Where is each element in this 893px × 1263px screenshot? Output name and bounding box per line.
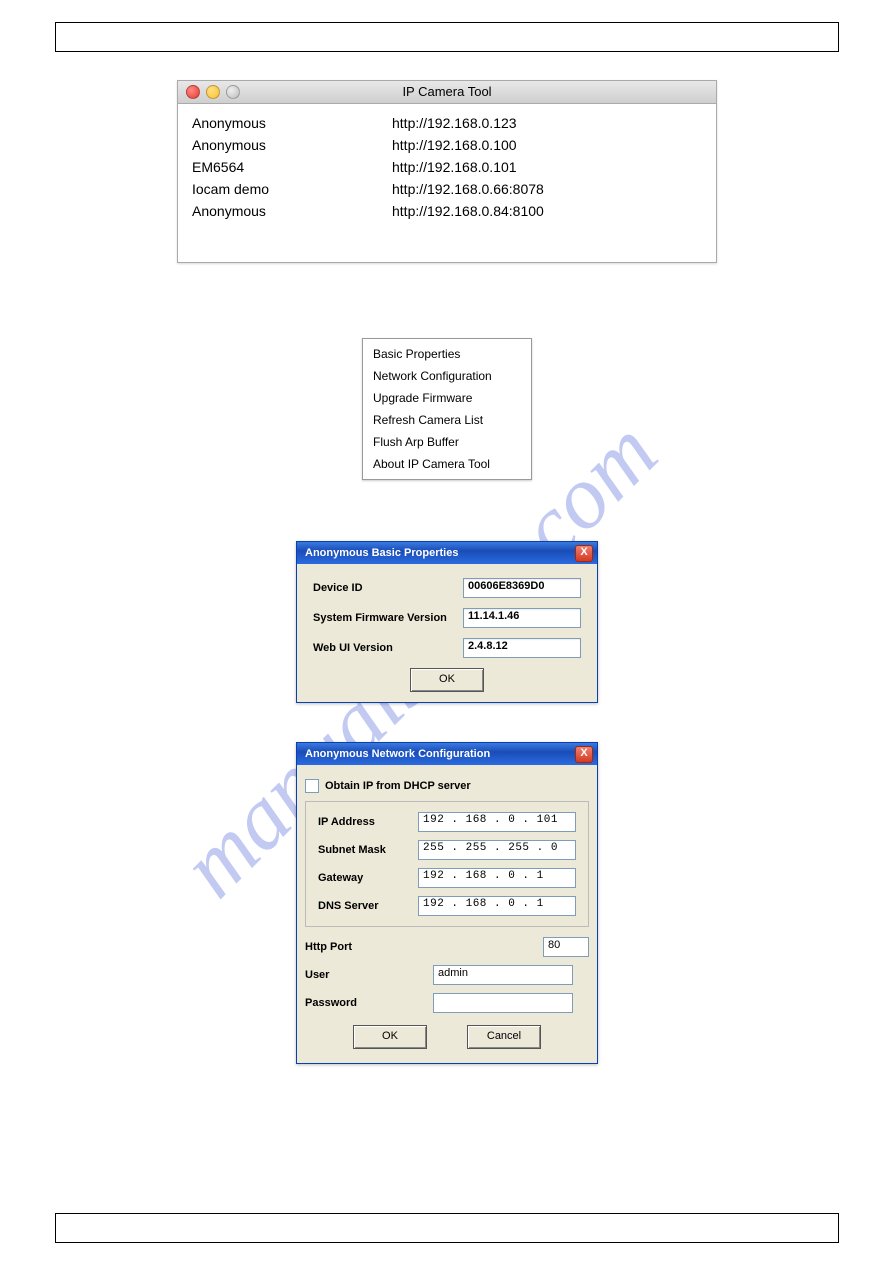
dns-label: DNS Server xyxy=(318,900,418,912)
webui-value: 2.4.8.12 xyxy=(463,638,581,658)
dialog-body: Obtain IP from DHCP server IP Address 19… xyxy=(297,765,597,1049)
ip-group: IP Address 192 . 168 . 0 . 101 Subnet Ma… xyxy=(305,801,589,927)
mask-input[interactable]: 255 . 255 . 255 . 0 xyxy=(418,840,576,860)
ok-button[interactable]: OK xyxy=(410,668,484,692)
dialog-body: Device ID 00606E8369D0 System Firmware V… xyxy=(297,564,597,702)
list-item[interactable]: EM6564 http://192.168.0.101 xyxy=(178,156,716,178)
gateway-input[interactable]: 192 . 168 . 0 . 1 xyxy=(418,868,576,888)
property-row: System Firmware Version 11.14.1.46 xyxy=(313,608,581,628)
ip-label: IP Address xyxy=(318,816,418,828)
close-button[interactable]: X xyxy=(575,746,593,763)
device-id-label: Device ID xyxy=(313,582,463,594)
camera-name: Anonymous xyxy=(178,112,392,134)
firmware-value: 11.14.1.46 xyxy=(463,608,581,628)
network-config-dialog: Anonymous Network Configuration X Obtain… xyxy=(296,742,598,1064)
ip-input[interactable]: 192 . 168 . 0 . 101 xyxy=(418,812,576,832)
menu-item-flush-arp-buffer[interactable]: Flush Arp Buffer xyxy=(363,431,531,453)
basic-properties-dialog: Anonymous Basic Properties X Device ID 0… xyxy=(296,541,598,703)
ip-camera-tool-window: IP Camera Tool Anonymous http://192.168.… xyxy=(177,80,717,263)
dialog-title: Anonymous Network Configuration xyxy=(305,748,490,760)
zoom-icon[interactable] xyxy=(226,85,240,99)
password-input[interactable] xyxy=(433,993,573,1013)
mask-row: Subnet Mask 255 . 255 . 255 . 0 xyxy=(318,840,576,860)
list-item[interactable]: Anonymous http://192.168.0.123 xyxy=(178,112,716,134)
mask-label: Subnet Mask xyxy=(318,844,418,856)
list-item[interactable]: Anonymous http://192.168.0.100 xyxy=(178,134,716,156)
menu-item-basic-properties[interactable]: Basic Properties xyxy=(363,343,531,365)
cancel-button[interactable]: Cancel xyxy=(467,1025,541,1049)
manual-page: manualshive.com IP Camera Tool Anonymous… xyxy=(0,0,893,1263)
gateway-row: Gateway 192 . 168 . 0 . 1 xyxy=(318,868,576,888)
camera-name: Iocam demo xyxy=(178,178,392,200)
menu-item-about[interactable]: About IP Camera Tool xyxy=(363,453,531,475)
menu-item-upgrade-firmware[interactable]: Upgrade Firmware xyxy=(363,387,531,409)
dns-row: DNS Server 192 . 168 . 0 . 1 xyxy=(318,896,576,916)
footer-frame xyxy=(55,1213,839,1243)
password-label: Password xyxy=(305,997,415,1009)
dialog-titlebar: Anonymous Network Configuration X xyxy=(297,743,597,765)
dhcp-checkbox-row: Obtain IP from DHCP server xyxy=(305,779,589,793)
window-titlebar: IP Camera Tool xyxy=(178,81,716,104)
property-row: Web UI Version 2.4.8.12 xyxy=(313,638,581,658)
dhcp-checkbox[interactable] xyxy=(305,779,319,793)
camera-list: Anonymous http://192.168.0.123 Anonymous… xyxy=(178,104,716,262)
header-frame xyxy=(55,22,839,52)
camera-url: http://192.168.0.66:8078 xyxy=(392,178,716,200)
list-item[interactable]: Iocam demo http://192.168.0.66:8078 xyxy=(178,178,716,200)
camera-name: EM6564 xyxy=(178,156,392,178)
camera-name: Anonymous xyxy=(178,134,392,156)
window-title: IP Camera Tool xyxy=(402,84,491,99)
dialog-titlebar: Anonymous Basic Properties X xyxy=(297,542,597,564)
context-menu: Basic Properties Network Configuration U… xyxy=(362,338,532,480)
user-input[interactable]: admin xyxy=(433,965,573,985)
dialog-title: Anonymous Basic Properties xyxy=(305,547,458,559)
button-row: OK Cancel xyxy=(297,1025,597,1049)
ok-button[interactable]: OK xyxy=(353,1025,427,1049)
camera-url: http://192.168.0.101 xyxy=(392,156,716,178)
traffic-lights xyxy=(186,85,240,99)
gateway-label: Gateway xyxy=(318,872,418,884)
property-row: Device ID 00606E8369D0 xyxy=(313,578,581,598)
list-item[interactable]: Anonymous http://192.168.0.84:8100 xyxy=(178,200,716,222)
firmware-label: System Firmware Version xyxy=(313,612,463,624)
dns-input[interactable]: 192 . 168 . 0 . 1 xyxy=(418,896,576,916)
camera-url: http://192.168.0.100 xyxy=(392,134,716,156)
camera-name: Anonymous xyxy=(178,200,392,222)
button-row: OK xyxy=(313,668,581,692)
password-row: Password xyxy=(297,993,597,1013)
minimize-icon[interactable] xyxy=(206,85,220,99)
camera-url: http://192.168.0.84:8100 xyxy=(392,200,716,222)
ip-row: IP Address 192 . 168 . 0 . 101 xyxy=(318,812,576,832)
dhcp-label: Obtain IP from DHCP server xyxy=(325,780,471,792)
close-icon[interactable] xyxy=(186,85,200,99)
http-port-row: Http Port 80 xyxy=(297,937,597,957)
camera-url: http://192.168.0.123 xyxy=(392,112,716,134)
user-label: User xyxy=(305,969,415,981)
webui-label: Web UI Version xyxy=(313,642,463,654)
http-port-label: Http Port xyxy=(305,941,415,953)
device-id-value: 00606E8369D0 xyxy=(463,578,581,598)
http-port-input[interactable]: 80 xyxy=(543,937,589,957)
menu-item-network-configuration[interactable]: Network Configuration xyxy=(363,365,531,387)
user-row: User admin xyxy=(297,965,597,985)
menu-item-refresh-camera-list[interactable]: Refresh Camera List xyxy=(363,409,531,431)
close-button[interactable]: X xyxy=(575,545,593,562)
